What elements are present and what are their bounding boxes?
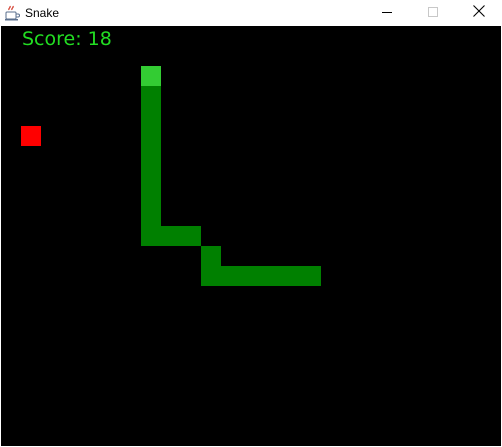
game-window: Snake Score: 18 xyxy=(0,0,502,447)
snake-segment xyxy=(141,126,161,146)
snake-segment xyxy=(161,226,181,246)
snake-segment xyxy=(141,146,161,166)
snake-segment xyxy=(141,226,161,246)
snake-segment xyxy=(181,226,201,246)
snake-segment xyxy=(141,86,161,106)
snake-segment xyxy=(241,266,261,286)
java-cup-icon xyxy=(5,5,21,21)
minimize-icon xyxy=(382,4,392,22)
maximize-button[interactable] xyxy=(410,0,456,26)
snake-segment xyxy=(201,246,221,266)
snake-segment xyxy=(201,266,221,286)
snake-segment xyxy=(301,266,321,286)
maximize-icon xyxy=(428,4,438,22)
snake-segment xyxy=(141,106,161,126)
snake-segment xyxy=(141,166,161,186)
minimize-button[interactable] xyxy=(364,0,410,26)
snake-segment xyxy=(261,266,281,286)
snake-segment xyxy=(221,266,241,286)
snake-segment xyxy=(281,266,301,286)
snake-head xyxy=(141,66,161,86)
close-button[interactable] xyxy=(456,0,502,26)
score-label: Score: 18 xyxy=(22,28,112,50)
snake-segment xyxy=(141,206,161,226)
snake-segment xyxy=(141,186,161,206)
close-icon xyxy=(473,4,485,22)
game-board[interactable]: Score: 18 xyxy=(1,26,501,446)
window-title: Snake xyxy=(25,6,60,20)
food-pellet xyxy=(21,126,41,146)
title-bar[interactable]: Snake xyxy=(0,0,502,26)
